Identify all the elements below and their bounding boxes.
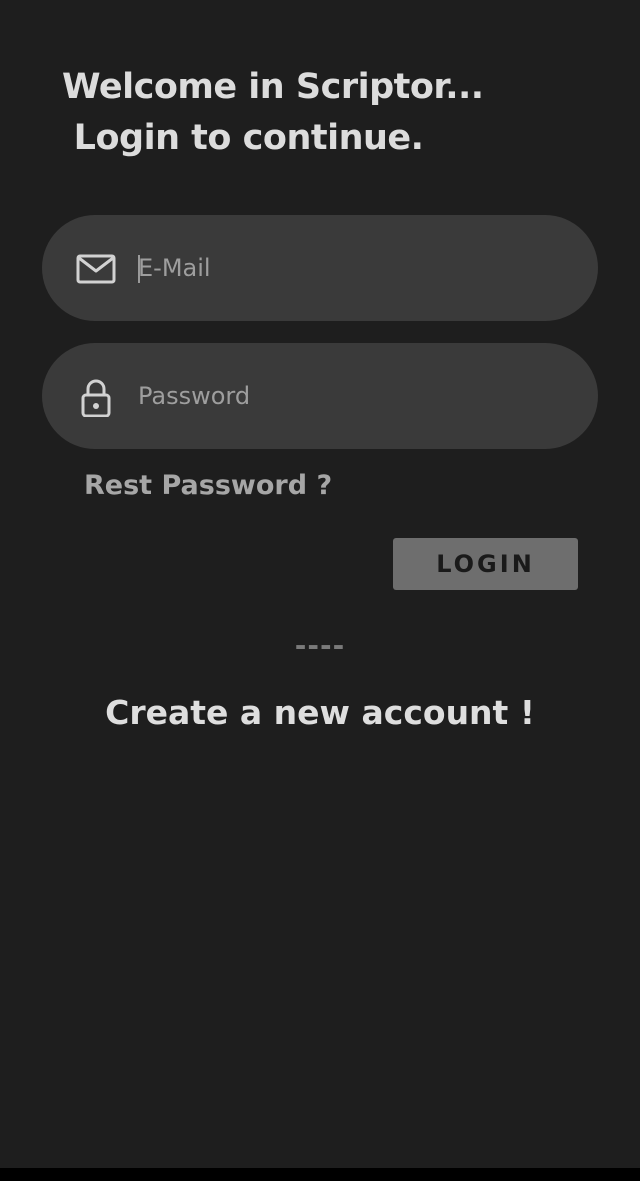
mail-icon	[76, 254, 116, 284]
page-title: Welcome in Scriptor... Login to continue…	[62, 67, 484, 158]
password-field[interactable]	[42, 343, 598, 449]
create-account-link[interactable]: Create a new account !	[0, 693, 640, 732]
text-cursor	[138, 255, 140, 283]
password-input[interactable]	[138, 371, 558, 421]
email-input[interactable]	[138, 243, 558, 293]
reset-password-link[interactable]: Rest Password ?	[84, 470, 332, 501]
email-field[interactable]	[42, 215, 598, 321]
login-button[interactable]: LOGIN	[393, 538, 578, 590]
lock-icon	[81, 379, 111, 417]
divider: ----	[294, 629, 346, 662]
login-screen: Welcome in Scriptor... Login to continue…	[0, 0, 640, 1168]
